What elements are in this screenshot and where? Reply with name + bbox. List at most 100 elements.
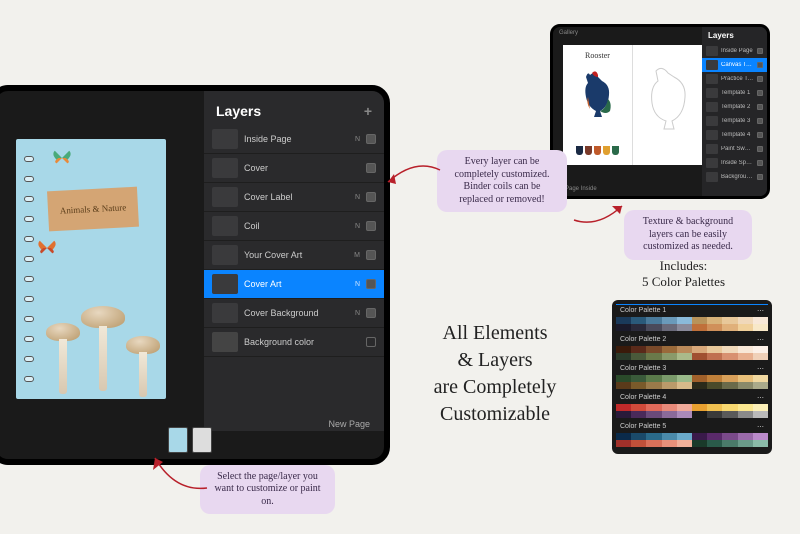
- palette-swatch[interactable]: [646, 440, 661, 447]
- palette-swatch[interactable]: [662, 382, 677, 389]
- palette-swatch[interactable]: [753, 317, 768, 324]
- palette-swatch[interactable]: [631, 375, 646, 382]
- layer-visibility-checkbox[interactable]: [757, 62, 763, 68]
- layer-row[interactable]: Canvas Texture: [702, 58, 767, 72]
- palette-swatch[interactable]: [738, 411, 753, 418]
- palette-swatch[interactable]: [738, 317, 753, 324]
- palette-swatch[interactable]: [692, 353, 707, 360]
- palette-swatch[interactable]: [707, 353, 722, 360]
- layer-row[interactable]: Your Cover Art M: [204, 241, 384, 270]
- layer-visibility-checkbox[interactable]: [757, 48, 763, 54]
- palette-swatch[interactable]: [677, 440, 692, 447]
- add-layer-button[interactable]: +: [364, 103, 372, 119]
- palette-swatch[interactable]: [692, 404, 707, 411]
- gallery-label[interactable]: Gallery: [559, 30, 578, 36]
- palette-swatch[interactable]: [631, 433, 646, 440]
- palette-swatch[interactable]: [631, 324, 646, 331]
- palette-swatch[interactable]: [662, 353, 677, 360]
- palette-swatch[interactable]: [631, 404, 646, 411]
- palette-swatch[interactable]: [707, 346, 722, 353]
- palette-swatch[interactable]: [738, 346, 753, 353]
- palette-swatch[interactable]: [616, 317, 631, 324]
- layer-visibility-checkbox[interactable]: [757, 104, 763, 110]
- layer-visibility-checkbox[interactable]: [366, 308, 376, 318]
- palette-swatch[interactable]: [616, 440, 631, 447]
- palette-swatch[interactable]: [631, 440, 646, 447]
- layer-visibility-checkbox[interactable]: [757, 174, 763, 180]
- palette-swatch[interactable]: [616, 382, 631, 389]
- palette-swatch[interactable]: [616, 375, 631, 382]
- palette-swatch[interactable]: [738, 324, 753, 331]
- palette-swatch[interactable]: [616, 404, 631, 411]
- palette-swatch[interactable]: [677, 404, 692, 411]
- layer-visibility-checkbox[interactable]: [757, 90, 763, 96]
- layer-visibility-checkbox[interactable]: [757, 76, 763, 82]
- palette-swatch[interactable]: [722, 411, 737, 418]
- palette-swatch[interactable]: [662, 440, 677, 447]
- palette-swatch[interactable]: [646, 404, 661, 411]
- palette-swatch[interactable]: [692, 411, 707, 418]
- palette-swatch[interactable]: [631, 317, 646, 324]
- palette-swatch[interactable]: [677, 353, 692, 360]
- palette-swatch[interactable]: [707, 404, 722, 411]
- palette-swatch[interactable]: [753, 382, 768, 389]
- layer-row[interactable]: Practice Template: [702, 72, 767, 86]
- layer-visibility-checkbox[interactable]: [366, 279, 376, 289]
- layer-row[interactable]: Template 4: [702, 128, 767, 142]
- palette-swatch[interactable]: [646, 346, 661, 353]
- palette-swatch[interactable]: [692, 440, 707, 447]
- palette-swatch[interactable]: [707, 411, 722, 418]
- layer-row[interactable]: Inside Page N: [204, 125, 384, 154]
- palette-swatch[interactable]: [646, 382, 661, 389]
- palette-swatch[interactable]: [662, 324, 677, 331]
- palette-swatch[interactable]: [662, 433, 677, 440]
- palette-swatch[interactable]: [692, 324, 707, 331]
- layer-row[interactable]: Cover Background N: [204, 299, 384, 328]
- palette-swatch[interactable]: [738, 353, 753, 360]
- palette-swatch[interactable]: [631, 353, 646, 360]
- palette-swatch[interactable]: [722, 433, 737, 440]
- layer-row[interactable]: Inside Spread: [702, 156, 767, 170]
- palette-swatch[interactable]: [616, 353, 631, 360]
- palette-menu-icon[interactable]: ⋯: [757, 336, 764, 344]
- palette-swatch[interactable]: [722, 382, 737, 389]
- layer-row[interactable]: Template 2: [702, 100, 767, 114]
- palette-swatch[interactable]: [753, 411, 768, 418]
- palette-swatch[interactable]: [646, 353, 661, 360]
- color-palette[interactable]: Color Palette 4⋯: [616, 392, 768, 418]
- palette-swatch[interactable]: [677, 324, 692, 331]
- palette-swatch[interactable]: [662, 346, 677, 353]
- layer-visibility-checkbox[interactable]: [757, 146, 763, 152]
- palette-swatch[interactable]: [646, 411, 661, 418]
- palette-swatch[interactable]: [738, 375, 753, 382]
- layer-row[interactable]: Background color: [702, 170, 767, 184]
- palette-swatch[interactable]: [753, 353, 768, 360]
- palette-swatch[interactable]: [616, 411, 631, 418]
- palette-swatch[interactable]: [631, 411, 646, 418]
- new-page-button[interactable]: New Page: [328, 419, 370, 429]
- palette-menu-icon[interactable]: ⋯: [757, 365, 764, 373]
- palette-swatch[interactable]: [677, 346, 692, 353]
- layer-row[interactable]: Cover Art N: [204, 270, 384, 299]
- layer-row[interactable]: Background color: [204, 328, 384, 357]
- layer-row[interactable]: Template 3: [702, 114, 767, 128]
- palette-swatch[interactable]: [662, 411, 677, 418]
- palette-swatch[interactable]: [738, 382, 753, 389]
- palette-swatch[interactable]: [722, 375, 737, 382]
- palette-swatch[interactable]: [722, 346, 737, 353]
- palette-swatch[interactable]: [707, 440, 722, 447]
- layer-visibility-checkbox[interactable]: [757, 160, 763, 166]
- color-palette[interactable]: Color Palette 5⋯: [616, 421, 768, 447]
- palette-swatch[interactable]: [677, 433, 692, 440]
- canvas-cover[interactable]: Animals & Nature: [16, 139, 166, 399]
- color-palette[interactable]: Color Palette 3⋯: [616, 363, 768, 389]
- palette-swatch[interactable]: [662, 404, 677, 411]
- palette-swatch[interactable]: [646, 317, 661, 324]
- layer-visibility-checkbox[interactable]: [366, 221, 376, 231]
- palette-swatch[interactable]: [677, 411, 692, 418]
- layer-row[interactable]: Coil N: [204, 212, 384, 241]
- layer-visibility-checkbox[interactable]: [366, 337, 376, 347]
- palette-swatch[interactable]: [753, 324, 768, 331]
- page-thumb[interactable]: [168, 427, 188, 453]
- palette-swatch[interactable]: [707, 433, 722, 440]
